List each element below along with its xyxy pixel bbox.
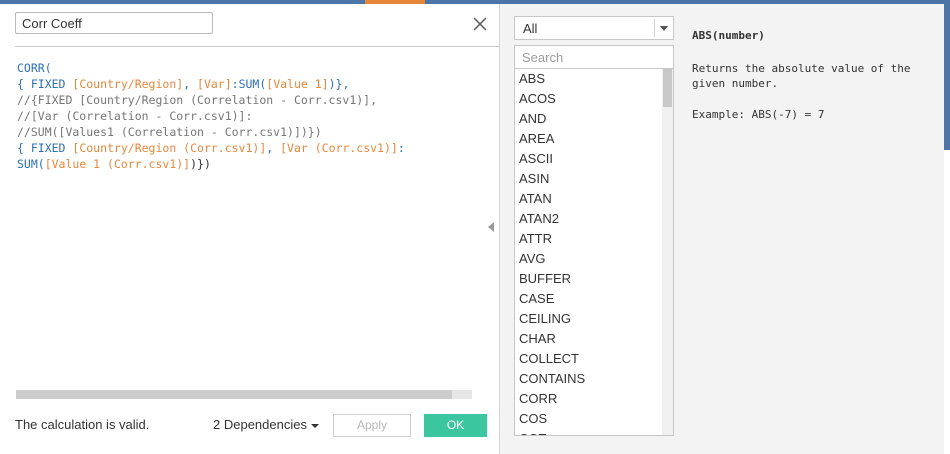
- formula-token: [Country/Region (Corr.csv1)]: [72, 141, 267, 155]
- function-item[interactable]: CHAR: [515, 329, 673, 349]
- function-item[interactable]: ACOS: [515, 89, 673, 109]
- formula-token: //SUM([Values1 (Correlation - Corr.csv1)…: [17, 125, 322, 139]
- scrollbar-thumb[interactable]: [16, 390, 452, 399]
- collapse-panel-icon[interactable]: [488, 222, 494, 232]
- function-item[interactable]: BUFFER: [515, 269, 673, 289]
- formula-token: [Var]: [197, 77, 232, 91]
- formula-line: //SUM([Values1 (Correlation - Corr.csv1)…: [17, 124, 487, 140]
- function-item[interactable]: COLLECT: [515, 349, 673, 369]
- validation-status: The calculation is valid.: [15, 417, 150, 432]
- function-list[interactable]: ABS ACOS AND AREA ASCII ASIN ATAN ATAN2 ATTR AVG B…: [514, 69, 674, 436]
- function-item[interactable]: CORR: [515, 389, 673, 409]
- scrollbar-thumb[interactable]: [663, 69, 672, 107]
- formula-token: [Var (Corr.csv1)]: [280, 141, 398, 155]
- category-value: All: [523, 21, 538, 36]
- formula-token: //[Var (Correlation - Corr.csv1)]:: [17, 109, 253, 123]
- formula-token: )}): [190, 157, 211, 171]
- formula-editor[interactable]: CORR({ FIXED [Country/Region], [Var]:SUM…: [17, 60, 487, 172]
- function-signature: ABS(number): [692, 29, 765, 42]
- formula-line: { FIXED [Country/Region (Corr.csv1)], [V…: [17, 140, 487, 156]
- function-item[interactable]: ATTR: [515, 229, 673, 249]
- function-description: Returns the absolute value of the given …: [692, 62, 911, 90]
- function-item[interactable]: AREA: [515, 129, 673, 149]
- function-item[interactable]: COS: [515, 409, 673, 429]
- formula-line: //[Var (Correlation - Corr.csv1)]:: [17, 108, 487, 124]
- function-item[interactable]: CASE: [515, 289, 673, 309]
- dependencies-label: 2 Dependencies: [213, 417, 307, 432]
- function-example: Example: ABS(-7) = 7: [692, 108, 825, 121]
- function-item[interactable]: AVG: [515, 249, 673, 269]
- calculation-name-field[interactable]: [15, 12, 213, 34]
- formula-token: CORR(: [17, 61, 52, 75]
- formula-token: )},: [328, 77, 350, 91]
- vertical-scrollbar[interactable]: [662, 69, 673, 435]
- formula-token: { FIXED: [17, 141, 73, 155]
- horizontal-scrollbar[interactable]: [16, 390, 472, 399]
- function-search-input[interactable]: [514, 45, 674, 69]
- function-item[interactable]: ATAN2: [515, 209, 673, 229]
- formula-token: [Country/Region]: [72, 77, 184, 91]
- formula-token: :: [397, 141, 405, 155]
- ok-button[interactable]: OK: [424, 414, 487, 437]
- formula-token: ,: [183, 77, 198, 91]
- function-category-select[interactable]: All: [514, 16, 674, 40]
- function-item[interactable]: CONTAINS: [515, 369, 673, 389]
- formula-line: CORR(: [17, 60, 487, 76]
- formula-token: SUM(: [17, 157, 45, 171]
- chevron-down-icon: [310, 423, 319, 428]
- function-item[interactable]: AND: [515, 109, 673, 129]
- formula-token: :SUM(: [231, 77, 267, 91]
- function-item[interactable]: ASCII: [515, 149, 673, 169]
- formula-token: ,: [266, 141, 281, 155]
- chevron-down-icon: [660, 26, 668, 31]
- close-icon[interactable]: [470, 14, 490, 34]
- function-item[interactable]: COT: [515, 429, 673, 435]
- select-separator: [654, 19, 655, 37]
- function-item[interactable]: CEILING: [515, 309, 673, 329]
- dependencies-dropdown[interactable]: 2 Dependencies: [213, 417, 319, 432]
- formula-line: { FIXED [Country/Region], [Var]:SUM([Val…: [17, 76, 487, 92]
- background-worksheet-edge: [944, 0, 950, 150]
- apply-button[interactable]: Apply: [333, 414, 411, 437]
- formula-line: //{FIXED [Country/Region (Correlation - …: [17, 92, 487, 108]
- formula-token: [Value 1 (Corr.csv1)]: [44, 157, 191, 171]
- function-item[interactable]: ASIN: [515, 169, 673, 189]
- function-help: ABS(number) Returns the absolute value o…: [692, 28, 928, 122]
- function-item[interactable]: ABS: [515, 69, 673, 89]
- formula-token: { FIXED: [17, 77, 73, 91]
- formula-token: [Value 1]: [266, 77, 329, 91]
- formula-token: //{FIXED [Country/Region (Correlation - …: [17, 93, 378, 107]
- function-item[interactable]: ATAN: [515, 189, 673, 209]
- formula-line: SUM([Value 1 (Corr.csv1)])}): [17, 156, 487, 172]
